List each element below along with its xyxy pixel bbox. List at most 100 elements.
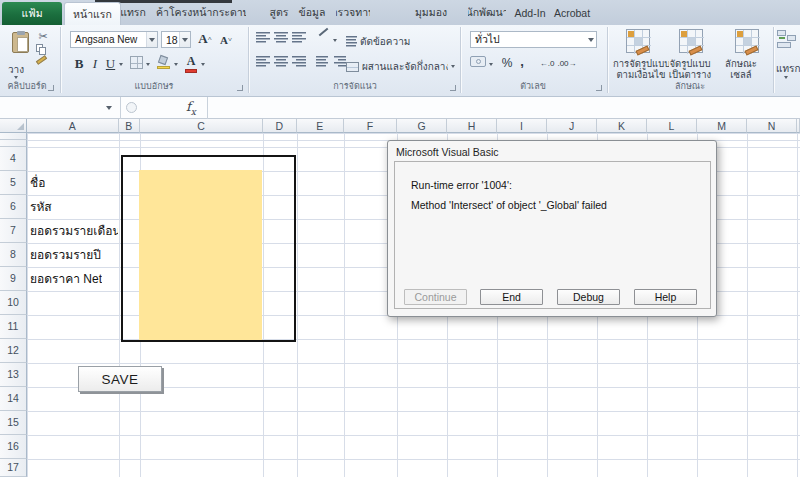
format-painter-icon[interactable] xyxy=(36,58,47,62)
align-left-icon[interactable] xyxy=(256,56,270,67)
column-header-N[interactable]: N xyxy=(747,119,797,133)
row-header-15[interactable]: 15 xyxy=(0,411,27,435)
column-header-E[interactable]: E xyxy=(297,119,345,133)
font-dialog-launcher[interactable] xyxy=(237,85,243,91)
column-header-F[interactable]: F xyxy=(344,119,397,133)
row-header-8[interactable]: 8 xyxy=(0,243,27,267)
tab-home-active[interactable]: หน้าแรก xyxy=(64,2,121,25)
tab-file[interactable]: แฟ้ม xyxy=(2,2,62,25)
number-format-combo[interactable]: ทั่วไป xyxy=(470,31,597,48)
cell-A7[interactable]: ยอดรวมรายเดือน xyxy=(30,219,118,243)
font-color-dropdown[interactable] xyxy=(201,63,205,66)
paste-label[interactable]: วาง xyxy=(8,62,24,77)
grow-font-button[interactable]: A˄ xyxy=(196,30,214,48)
row-header-16[interactable]: 16 xyxy=(0,435,27,459)
shrink-font-button[interactable]: A˅ xyxy=(217,32,235,48)
row-header-11[interactable]: 11 xyxy=(0,315,27,339)
copy-icon[interactable] xyxy=(36,44,46,55)
cell-A5[interactable]: ชื่อ xyxy=(30,171,45,195)
cell-styles-button[interactable]: ลักษณะ เซลล์ xyxy=(720,58,762,80)
column-header-L[interactable]: L xyxy=(647,119,697,133)
italic-button[interactable]: I xyxy=(89,55,101,72)
align-middle-icon[interactable] xyxy=(274,32,288,43)
save-button[interactable]: SAVE xyxy=(78,366,162,392)
font-size-combo[interactable]: 18 xyxy=(161,31,191,48)
increase-decimal-button[interactable]: ←.0 xyxy=(538,57,556,69)
underline-button[interactable]: U xyxy=(104,55,117,72)
merge-center-button[interactable]: ผสานและจัดกึ่งกลาง xyxy=(346,59,455,74)
dialog-button-debug[interactable]: Debug xyxy=(557,289,620,305)
tab-3[interactable]: เค้าโครงหน้ากระดาษ xyxy=(156,0,246,25)
borders-dropdown[interactable] xyxy=(146,63,150,66)
row-header-9[interactable]: 9 xyxy=(0,267,27,291)
cell-A8[interactable]: ยอดรวมรายปี xyxy=(30,243,101,267)
row-header-14[interactable]: 14 xyxy=(0,387,27,411)
select-all-corner[interactable] xyxy=(0,119,27,133)
decrease-indent-icon[interactable] xyxy=(316,56,328,67)
font-color-icon[interactable]: A xyxy=(184,54,198,68)
column-header-K[interactable]: K xyxy=(597,119,647,133)
column-header-C[interactable]: C xyxy=(140,119,263,133)
align-top-icon[interactable] xyxy=(256,32,270,43)
column-header-G[interactable]: G xyxy=(397,119,447,133)
dialog-button-help[interactable]: Help xyxy=(634,289,697,305)
column-header-A[interactable]: A xyxy=(27,119,119,133)
insert-cells-dropdown[interactable] xyxy=(784,76,788,79)
fill-color-dropdown[interactable] xyxy=(174,63,178,66)
insert-function-icon[interactable]: fx xyxy=(186,99,196,117)
row-header-12[interactable]: 12 xyxy=(0,339,27,363)
row-header-6[interactable]: 6 xyxy=(0,195,27,219)
dialog-button-end[interactable]: End xyxy=(480,289,543,305)
name-box-dropdown[interactable] xyxy=(106,106,112,110)
row-header-7[interactable]: 7 xyxy=(0,219,27,243)
percent-style-button[interactable]: % xyxy=(500,55,514,71)
row-header-13[interactable]: 13 xyxy=(0,363,27,387)
underline-dropdown[interactable] xyxy=(119,63,123,66)
tab-7[interactable]: มุมมอง xyxy=(414,0,448,25)
column-header-B[interactable]: B xyxy=(119,119,141,133)
row-header-5[interactable]: 5 xyxy=(0,171,27,195)
accounting-dropdown[interactable] xyxy=(489,63,493,66)
number-dialog-launcher[interactable] xyxy=(596,85,602,91)
insert-cells-icon[interactable] xyxy=(777,30,797,50)
tab-6[interactable]: ตรวจทาน xyxy=(336,0,370,25)
align-right-icon[interactable] xyxy=(292,56,306,67)
column-header-H[interactable]: H xyxy=(447,119,497,133)
column-header-D[interactable]: D xyxy=(263,119,297,133)
column-header-I[interactable]: I xyxy=(497,119,547,133)
orientation-dropdown[interactable] xyxy=(333,39,337,42)
tab-9[interactable]: Add-In xyxy=(512,0,548,25)
format-as-table-button[interactable]: จัดรูปแบบ เป็นตาราง xyxy=(666,58,714,80)
row-header-17[interactable]: 17 xyxy=(0,459,27,477)
bold-button[interactable]: B xyxy=(72,55,86,72)
insert-cells-label[interactable]: แทรก xyxy=(776,61,800,76)
column-header-J[interactable]: J xyxy=(547,119,597,133)
decrease-decimal-button[interactable]: .00→ xyxy=(558,57,576,69)
wrap-text-button[interactable]: ตัดข้อความ xyxy=(346,34,410,49)
orientation-icon[interactable] xyxy=(318,31,329,33)
increase-indent-icon[interactable] xyxy=(334,56,346,67)
align-bottom-icon[interactable] xyxy=(292,32,306,43)
tab-5[interactable]: ข้อมูล xyxy=(297,0,327,25)
paste-button[interactable] xyxy=(6,29,34,55)
column-header-M[interactable]: M xyxy=(697,119,747,133)
row-header-4[interactable]: 4 xyxy=(0,147,27,171)
cut-icon[interactable]: ✂ xyxy=(36,30,50,42)
cell-A6[interactable]: รหัส xyxy=(30,195,52,219)
alignment-dialog-launcher[interactable] xyxy=(450,85,456,91)
cell-A9[interactable]: ยอดราคา Net xyxy=(30,267,102,291)
accounting-format-icon[interactable] xyxy=(470,56,486,67)
comma-style-button[interactable]: , xyxy=(517,53,527,69)
row-header-partial[interactable] xyxy=(0,133,27,140)
fill-color-icon[interactable] xyxy=(157,56,171,69)
borders-icon[interactable] xyxy=(130,56,143,69)
clipboard-dialog-launcher[interactable] xyxy=(48,85,54,91)
row-header-10[interactable]: 10 xyxy=(0,291,27,315)
tab-4[interactable]: สูตร xyxy=(264,0,294,25)
conditional-formatting-button[interactable]: การจัดรูปแบบ ตามเงื่อนไข xyxy=(613,58,669,80)
tab-10[interactable]: Acrobat xyxy=(550,0,594,25)
tab-8[interactable]: นักพัฒนา xyxy=(468,0,506,25)
align-center-icon[interactable] xyxy=(274,56,288,67)
drawn-rectangle[interactable] xyxy=(121,155,296,342)
font-name-combo[interactable]: Angsana New xyxy=(70,31,158,48)
